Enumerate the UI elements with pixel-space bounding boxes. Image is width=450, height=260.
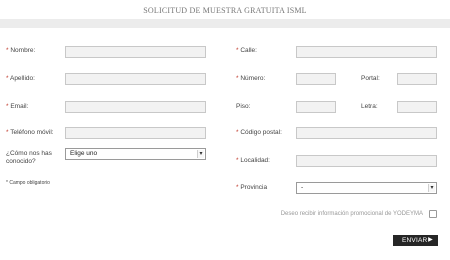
codigo-postal-input[interactable] [296, 127, 437, 139]
calle-input[interactable] [296, 46, 437, 58]
telefono-label: * Teléfono móvil: [6, 129, 54, 136]
codigo-postal-label: * Código postal: [236, 129, 282, 136]
calle-label: * Calle: [236, 47, 257, 54]
numero-input[interactable] [296, 73, 336, 85]
chevron-down-icon: ▾ [428, 184, 435, 192]
email-input[interactable] [65, 101, 206, 113]
como-select[interactable]: Elige uno ▾ [65, 148, 206, 160]
nombre-label: * Nombre: [6, 47, 36, 54]
provincia-label: * Provincia [236, 184, 268, 191]
nombre-input[interactable] [65, 46, 206, 58]
localidad-input[interactable] [296, 155, 437, 167]
letra-input[interactable] [397, 101, 437, 113]
submit-label: ENVIAR [402, 237, 428, 244]
header-band [0, 19, 450, 28]
localidad-label: * Localidad: [236, 157, 270, 164]
piso-input[interactable] [296, 101, 336, 113]
promo-checkbox[interactable] [429, 210, 437, 218]
portal-label: Portal: [361, 75, 380, 82]
page-title: SOLICITUD DE MUESTRA GRATUITA ISML [143, 6, 307, 15]
piso-label: Piso: [236, 103, 251, 110]
chevron-down-icon: ▾ [197, 150, 204, 158]
email-label: * Email: [6, 103, 29, 110]
triangle-right-icon: ▶ [428, 237, 433, 243]
promo-label: Deseo recibir información promocional de… [280, 211, 423, 217]
apellido-label: * Apellido: [6, 75, 35, 82]
como-label: ¿Cómo nos has conocido? [6, 150, 52, 165]
como-select-value: Elige uno [70, 150, 98, 157]
numero-label: * Número: [236, 75, 266, 82]
apellido-input[interactable] [65, 73, 206, 85]
required-note: * Campo obligatorio [6, 180, 50, 186]
telefono-input[interactable] [65, 127, 206, 139]
portal-input[interactable] [397, 73, 437, 85]
submit-button[interactable]: ENVIAR ▶ [393, 235, 438, 246]
provincia-select[interactable]: - ▾ [296, 182, 437, 194]
letra-label: Letra: [361, 103, 378, 110]
provincia-select-value: - [301, 184, 304, 191]
